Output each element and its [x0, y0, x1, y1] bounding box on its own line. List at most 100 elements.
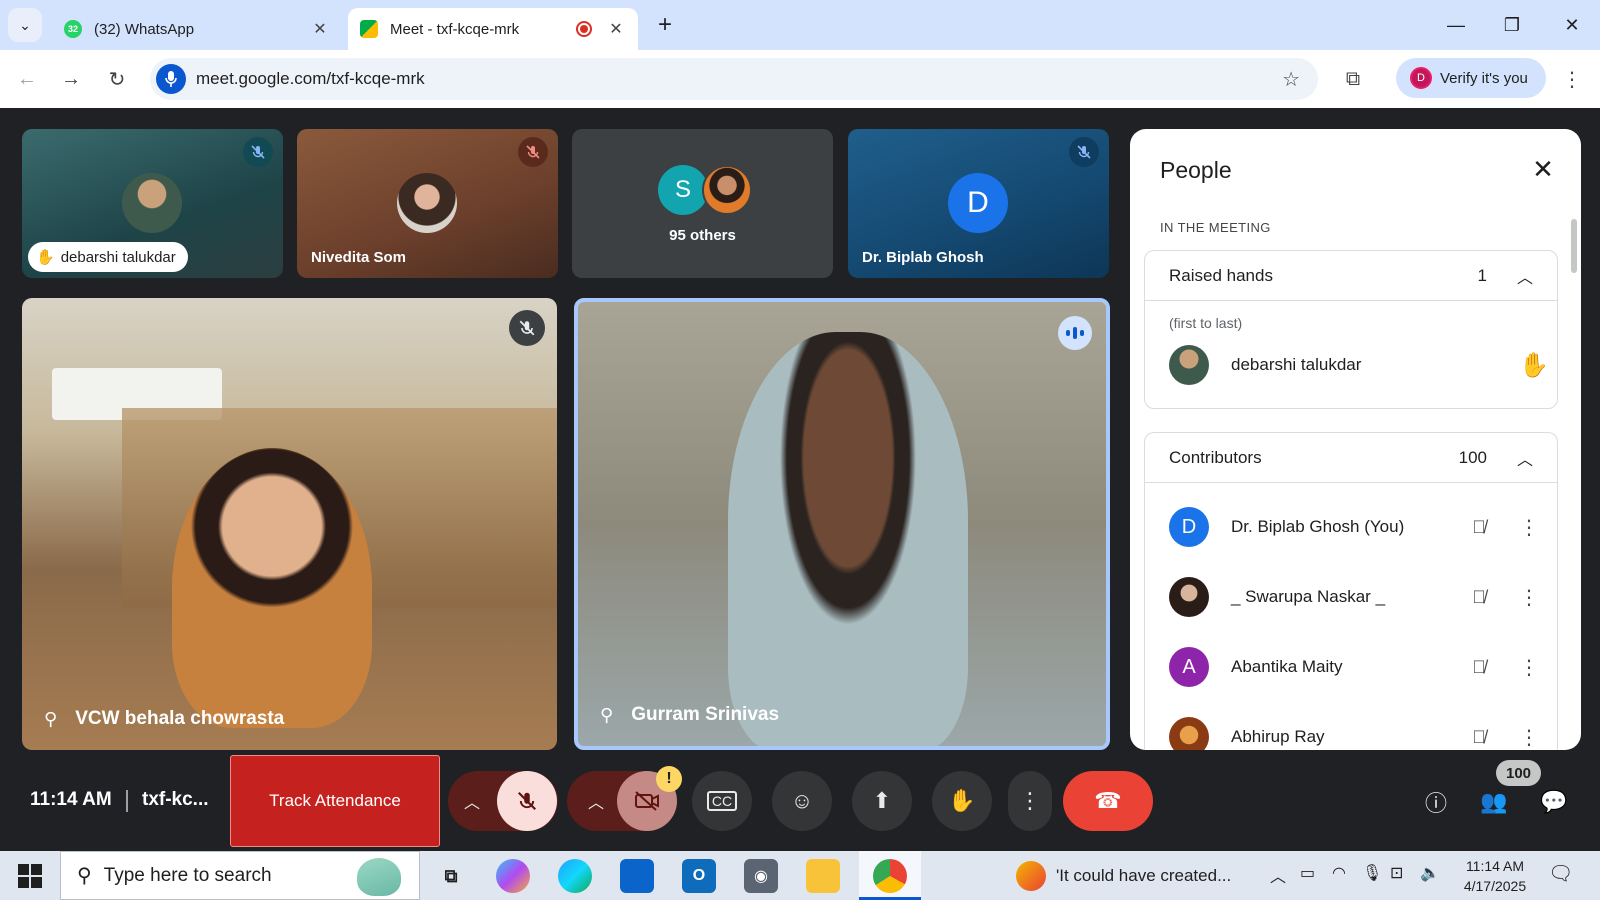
notification-center-icon[interactable]: 🗨	[1548, 861, 1573, 886]
close-tab-icon[interactable]: ✕	[310, 19, 330, 39]
edge-browser-icon[interactable]	[558, 859, 592, 893]
verify-profile-button[interactable]: D Verify it's you	[1396, 58, 1546, 98]
close-panel-icon[interactable]: ✕	[1525, 151, 1561, 187]
url-text: meet.google.com/txf-kcqe-mrk	[196, 69, 425, 88]
chrome-icon[interactable]	[873, 859, 907, 893]
microphone-toggle-button[interactable]	[497, 771, 557, 831]
show-hidden-icons-icon[interactable]: ︿	[1270, 863, 1286, 887]
chevron-up-icon[interactable]: ︿	[1517, 264, 1533, 288]
lower-hand-icon[interactable]: ✋	[1519, 351, 1549, 380]
file-explorer-icon[interactable]	[806, 859, 840, 893]
contributors-count: 100	[1458, 447, 1487, 467]
participants-count-badge: 100	[1496, 760, 1542, 786]
participant-name: VCW behala chowrasta	[75, 708, 285, 729]
raised-hand-icon: ✋	[36, 249, 55, 266]
microphone-tray-icon[interactable]: 🎙	[1362, 863, 1382, 883]
participant-avatar	[1169, 717, 1209, 750]
reactions-button[interactable]: ☺	[772, 771, 832, 831]
mic-off-icon: 🎙̸	[1472, 516, 1486, 537]
list-item[interactable]: _ Swarupa Naskar _ 🎙̸ ⋮	[1169, 575, 1539, 619]
forward-arrow-icon[interactable]: →	[56, 64, 86, 94]
present-screen-button[interactable]: ⬆	[852, 771, 912, 831]
mic-off-icon: 🎙̸	[1472, 726, 1486, 747]
participant-avatar	[1169, 577, 1209, 617]
main-tile-vcw[interactable]: ⚲ VCW behala chowrasta	[22, 298, 557, 750]
people-icon[interactable]: 👥	[1476, 784, 1512, 820]
meeting-info-icon[interactable]: ⓘ	[1418, 784, 1454, 820]
participant-tile-biplab[interactable]: D Dr. Biplab Ghosh	[848, 129, 1109, 278]
wifi-icon[interactable]: ◠	[1332, 863, 1346, 883]
list-item[interactable]: A Abantika Maity 🎙̸ ⋮	[1169, 645, 1539, 689]
taskbar-clock[interactable]: 11:14 AM 4/17/2025	[1450, 856, 1540, 896]
back-arrow-icon[interactable]: ←	[12, 64, 42, 94]
tab-whatsapp[interactable]: 32 (32) WhatsApp ✕	[52, 8, 342, 50]
browser-tab-strip: ⌄ 32 (32) WhatsApp ✕ Meet - txf-kcqe-mrk…	[0, 0, 1600, 50]
new-tab-button[interactable]: +	[650, 10, 680, 40]
audio-options-chevron-icon[interactable]: ︿	[452, 781, 492, 821]
bookmark-star-icon[interactable]: ☆	[1282, 67, 1300, 92]
news-widget-text: 'It could have created...	[1056, 865, 1232, 885]
leave-call-button[interactable]: ☎	[1063, 771, 1153, 831]
search-highlight-icon	[357, 858, 401, 896]
contributors-label: Contributors	[1169, 447, 1262, 467]
more-options-icon[interactable]: ⋮	[1519, 655, 1539, 680]
list-item[interactable]: Abhirup Ray 🎙̸ ⋮	[1169, 715, 1539, 750]
outlook-icon[interactable]: O	[682, 859, 716, 893]
copilot-icon[interactable]	[496, 859, 530, 893]
speaking-indicator-icon	[1058, 316, 1092, 350]
participant-name: Gurram Srinivas	[631, 704, 780, 725]
participant-avatar-initial: A	[1169, 647, 1209, 687]
more-options-button[interactable]: ⋮	[1008, 771, 1052, 831]
participant-tile-nivedita[interactable]: Nivedita Som	[297, 129, 558, 278]
browser-menu-icon[interactable]: ⋮	[1560, 64, 1584, 94]
reload-icon[interactable]: ↻	[102, 64, 132, 94]
more-options-icon[interactable]: ⋮	[1519, 725, 1539, 750]
video-options-chevron-icon[interactable]: ︿	[576, 781, 616, 821]
tab-search-dropdown-icon[interactable]: ⌄	[8, 8, 42, 42]
chevron-up-icon[interactable]: ︿	[1517, 446, 1533, 470]
captions-button[interactable]: CC	[692, 771, 752, 831]
taskbar-search-box[interactable]: ⚲ Type here to search	[60, 851, 420, 900]
list-item[interactable]: D Dr. Biplab Ghosh (You) 🎙̸ ⋮	[1169, 505, 1539, 549]
close-window-icon[interactable]: ✕	[1544, 0, 1600, 50]
tab-label: (32) WhatsApp	[94, 20, 195, 38]
task-view-icon[interactable]: ⧉	[434, 859, 468, 893]
raised-hands-header[interactable]: Raised hands 1 ︿	[1145, 251, 1557, 301]
search-placeholder: Type here to search	[103, 864, 272, 886]
mic-off-icon	[518, 137, 548, 167]
tab-meet[interactable]: Meet - txf-kcqe-mrk ✕	[348, 8, 638, 50]
camera-app-icon[interactable]: ◉	[744, 859, 778, 893]
track-attendance-button[interactable]: Track Attendance	[230, 755, 440, 847]
list-item[interactable]: debarshi talukdar ✋	[1169, 343, 1549, 387]
microsoft-store-icon[interactable]	[620, 859, 654, 893]
taskbar-news-widget[interactable]: 'It could have created...	[1016, 851, 1231, 900]
extensions-puzzle-icon[interactable]: ⧉	[1338, 64, 1368, 94]
windows-start-icon[interactable]	[18, 864, 42, 888]
hand-icon: ✋	[948, 788, 976, 813]
main-tile-gurram[interactable]: ⚲ Gurram Srinivas	[574, 298, 1110, 750]
panel-scrollbar[interactable]	[1571, 219, 1577, 273]
close-tab-icon[interactable]: ✕	[606, 19, 626, 39]
address-bar[interactable]: meet.google.com/txf-kcqe-mrk ☆	[150, 58, 1318, 100]
restore-window-icon[interactable]: ❐	[1484, 0, 1540, 50]
more-options-icon[interactable]: ⋮	[1519, 515, 1539, 540]
meeting-code[interactable]: txf-kc...	[142, 789, 209, 811]
contributors-header[interactable]: Contributors 100 ︿	[1145, 433, 1557, 483]
raise-hand-button[interactable]: ✋	[932, 771, 992, 831]
others-tile[interactable]: S 95 others	[572, 129, 833, 278]
mic-off-icon	[509, 310, 545, 346]
network-icon[interactable]: ⊡	[1390, 863, 1403, 883]
microphone-permission-icon[interactable]	[156, 64, 186, 94]
profile-avatar: D	[1410, 67, 1432, 89]
minimize-window-icon[interactable]: —	[1428, 0, 1484, 50]
participant-tile-debarshi[interactable]: ✋ debarshi talukdar	[22, 129, 283, 278]
contributors-group: Contributors 100 ︿ D Dr. Biplab Ghosh (Y…	[1144, 432, 1558, 750]
participant-avatar-initial: D	[1169, 507, 1209, 547]
participant-name: Abantika Maity	[1231, 657, 1343, 676]
battery-icon[interactable]: ▭	[1300, 863, 1315, 883]
chat-icon[interactable]: 💬	[1536, 784, 1572, 820]
people-panel: People ✕ IN THE MEETING Raised hands 1 ︿…	[1130, 129, 1581, 750]
volume-icon[interactable]: 🔈	[1420, 863, 1440, 883]
taskbar-time: 11:14 AM	[1465, 858, 1525, 874]
more-options-icon[interactable]: ⋮	[1519, 585, 1539, 610]
